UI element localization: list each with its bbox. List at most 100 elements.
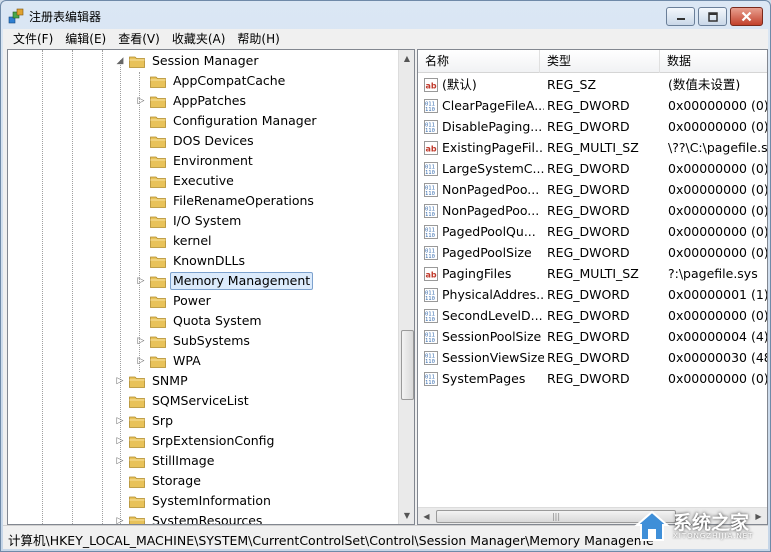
expand-arrow-icon[interactable]: ▷ [115, 376, 125, 386]
value-row[interactable]: 011 110 LargeSystemC... REG_DWORD 0x00000000… [418, 158, 767, 179]
menu-help[interactable]: 帮助(H) [231, 30, 285, 48]
folder-icon [129, 56, 145, 68]
tree-item-label: Memory Management [170, 272, 314, 290]
value-row[interactable]: 011 110 PagedPoolQu... REG_DWORD 0x00000000 … [418, 221, 767, 242]
folder-icon [150, 156, 166, 168]
value-list[interactable]: 名称 类型 数据 ab (默认) REG_SZ (数值未设置) 011 110 ClearP… [417, 49, 768, 525]
tree-item[interactable]: kernel [136, 231, 215, 251]
tree-scroll-thumb[interactable] [401, 330, 414, 400]
menu-edit[interactable]: 编辑(E) [59, 30, 112, 48]
value-row[interactable]: 011 110 NonPagedPoo... REG_DWORD 0x00000000 … [418, 179, 767, 200]
expand-arrow-icon[interactable]: ▷ [115, 416, 125, 426]
tree-item-label: SQMServiceList [152, 393, 249, 408]
tree-item[interactable]: I/O System [136, 211, 244, 231]
value-type: REG_DWORD [547, 119, 630, 134]
scroll-left-icon[interactable]: ◀ [418, 508, 435, 524]
svg-text:110: 110 [425, 212, 435, 218]
expand-arrow-icon[interactable]: ▷ [136, 276, 146, 286]
tree-item[interactable]: ▷ SNMP [115, 371, 191, 391]
tree-item[interactable]: ▷ StillImage [115, 451, 217, 471]
value-row[interactable]: 011 110 PagedPoolSize REG_DWORD 0x00000000 (… [418, 242, 767, 263]
value-row[interactable]: ab ExistingPageFil... REG_MULTI_SZ \??\C:\p… [418, 137, 767, 158]
minimize-button[interactable] [666, 7, 695, 26]
expand-arrow-icon[interactable]: ▷ [115, 516, 125, 524]
expand-arrow-icon[interactable]: ▷ [136, 356, 146, 366]
menu-view[interactable]: 查看(V) [112, 30, 166, 48]
list-header: 名称 类型 数据 [418, 50, 767, 73]
folder-icon [129, 416, 145, 428]
folder-icon [150, 336, 166, 348]
tree-item[interactable]: ▷ SrpExtensionConfig [115, 431, 277, 451]
tree-item[interactable]: DOS Devices [136, 131, 257, 151]
tree-item[interactable]: Power [136, 291, 214, 311]
tree-item[interactable]: KnownDLLs [136, 251, 248, 271]
tree-vertical-scrollbar[interactable]: ▲ ▼ [398, 50, 414, 524]
column-header-name[interactable]: 名称 [418, 50, 540, 73]
svg-text:ab: ab [426, 81, 437, 90]
scroll-up-icon[interactable]: ▲ [399, 50, 414, 67]
value-row[interactable]: 011 110 SystemPages REG_DWORD 0x00000000 (0) [418, 368, 767, 389]
maximize-button[interactable] [698, 7, 727, 26]
tree-item[interactable]: ◢ Session Manager [115, 51, 261, 71]
string-value-icon: ab [424, 266, 438, 281]
status-path: 计算机\HKEY_LOCAL_MACHINE\SYSTEM\CurrentCon… [8, 533, 654, 548]
column-header-type[interactable]: 类型 [540, 50, 660, 73]
close-button[interactable] [730, 7, 763, 26]
value-data: 0x00000030 (48) [668, 350, 768, 365]
value-row[interactable]: 011 110 SessionViewSize REG_DWORD 0x00000030… [418, 347, 767, 368]
tree-item[interactable]: Configuration Manager [136, 111, 320, 131]
value-row[interactable]: 011 110 SecondLevelD... REG_DWORD 0x00000000… [418, 305, 767, 326]
scroll-down-icon[interactable]: ▼ [399, 507, 414, 524]
folder-icon [150, 316, 166, 328]
tree-item[interactable]: ▷ WPA [136, 351, 204, 371]
registry-editor-icon [8, 8, 24, 24]
menu-bar: 文件(F) 编辑(E) 查看(V) 收藏夹(A) 帮助(H) [3, 29, 768, 49]
tree-item[interactable]: ▷ SystemResources [115, 511, 265, 524]
tree-item-label: Executive [173, 173, 234, 188]
value-row[interactable]: ab PagingFiles REG_MULTI_SZ ?:\pagefile.sys [418, 263, 767, 284]
svg-text:110: 110 [425, 359, 435, 365]
expand-arrow-icon[interactable]: ▷ [136, 96, 146, 106]
title-bar[interactable]: 注册表编辑器 [1, 1, 770, 29]
column-header-data[interactable]: 数据 [660, 50, 767, 73]
tree-item[interactable]: AppCompatCache [136, 71, 288, 91]
folder-icon [150, 136, 166, 148]
value-data: 0x00000000 (0) [668, 371, 768, 386]
tree-item[interactable]: FileRenameOperations [136, 191, 317, 211]
tree-item[interactable]: Executive [136, 171, 237, 191]
svg-text:ab: ab [426, 144, 437, 153]
value-data: 0x00000000 (0) [668, 308, 768, 323]
value-row[interactable]: 011 110 DisablePaging... REG_DWORD 0x0000000… [418, 116, 767, 137]
collapse-arrow-icon[interactable]: ◢ [115, 56, 125, 66]
value-row[interactable]: ab (默认) REG_SZ (数值未设置) [418, 74, 767, 95]
value-row[interactable]: 011 110 NonPagedPoo... REG_DWORD 0x00000000 … [418, 200, 767, 221]
tree-item[interactable]: Storage [115, 471, 204, 491]
binary-value-icon: 011110 [424, 119, 438, 134]
tree-item[interactable]: ▷ AppPatches [136, 91, 249, 111]
tree-item[interactable]: SQMServiceList [115, 391, 252, 411]
value-name-cell: 011 110 LargeSystemC... [424, 158, 544, 179]
folder-icon [150, 96, 166, 108]
tree-item[interactable]: Quota System [136, 311, 265, 331]
folder-icon [150, 356, 166, 368]
menu-file[interactable]: 文件(F) [3, 30, 59, 48]
value-name: SystemPages [442, 371, 526, 386]
key-tree[interactable]: ◢ Session Manager AppCompatCache ▷ AppPatche… [7, 49, 415, 525]
expand-arrow-icon[interactable]: ▷ [115, 436, 125, 446]
tree-item[interactable]: Environment [136, 151, 256, 171]
value-row[interactable]: 011 110 PhysicalAddres... REG_DWORD 0x000000… [418, 284, 767, 305]
menu-favorites[interactable]: 收藏夹(A) [166, 30, 232, 48]
tree-item[interactable]: ▷ Srp [115, 411, 176, 431]
tree-item[interactable]: ▷ Memory Management [136, 271, 314, 291]
value-data: 0x00000000 (0) [668, 119, 768, 134]
value-name-cell: 011 110 SecondLevelD... [424, 305, 544, 326]
value-row[interactable]: 011 110 SessionPoolSize REG_DWORD 0x00000004… [418, 326, 767, 347]
value-row[interactable]: 011 110 ClearPageFileA... REG_DWORD 0x000000… [418, 95, 767, 116]
tree-item[interactable]: ▷ SubSystems [136, 331, 253, 351]
tree-item[interactable]: SystemInformation [115, 491, 274, 511]
expand-arrow-icon[interactable]: ▷ [115, 456, 125, 466]
expand-arrow-icon[interactable]: ▷ [136, 336, 146, 346]
folder-icon [129, 456, 145, 468]
